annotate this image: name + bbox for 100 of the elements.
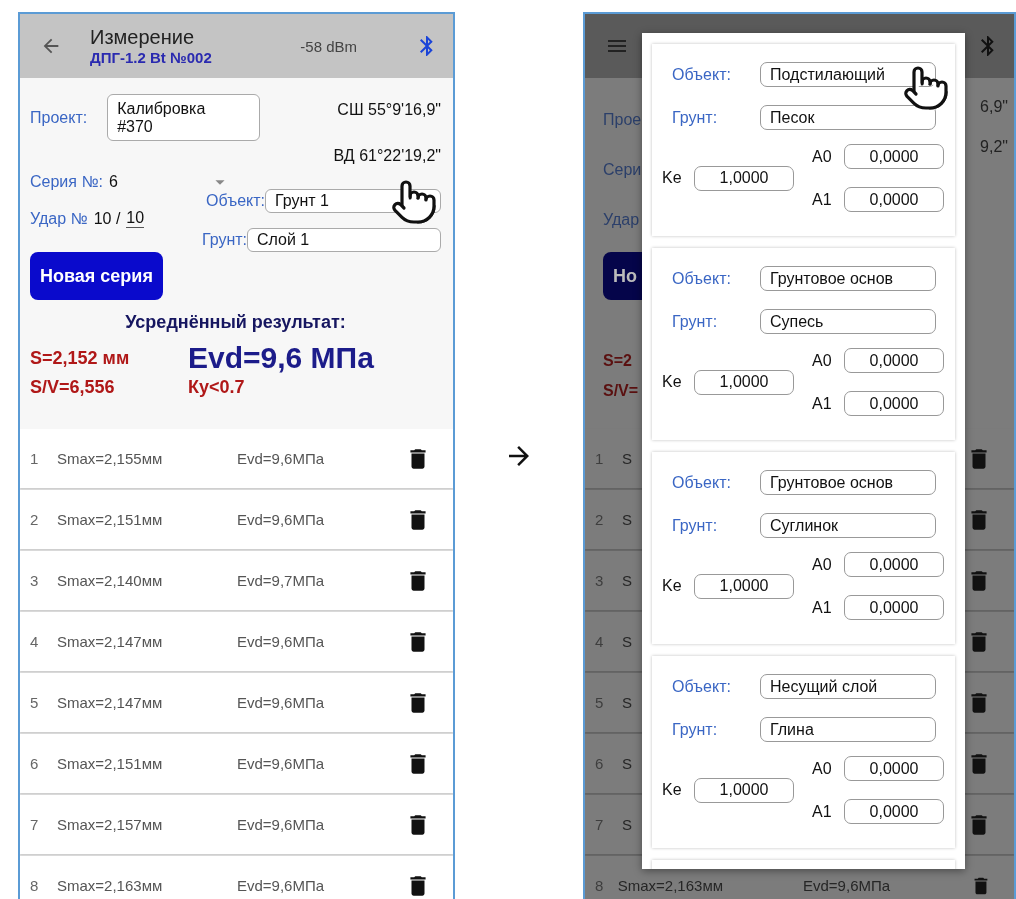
- row-number: 8: [595, 877, 605, 894]
- s-value: S=2,152 мм: [30, 347, 131, 369]
- row-number: 5: [30, 694, 40, 711]
- soil-field[interactable]: Слой 1: [247, 228, 441, 252]
- evd-value: Evd=9,6 МПа: [188, 341, 374, 375]
- ke-label: Ke: [662, 373, 683, 391]
- project-label: Проект:: [30, 108, 88, 127]
- measurement-row[interactable]: 1 Smax=2,155мм Evd=9,6МПа: [20, 429, 453, 488]
- ke-label: Ke: [662, 169, 683, 187]
- ke-field[interactable]: 1,0000: [694, 369, 794, 395]
- soil-field[interactable]: Суглинок: [760, 513, 936, 538]
- a0-field[interactable]: 0,0000: [844, 348, 944, 373]
- latitude: СШ 55°9'16,9": [337, 100, 441, 119]
- evd-value: Evd=9,6МПа: [803, 877, 891, 894]
- measurement-row[interactable]: 6 Smax=2,151мм Evd=9,6МПа: [20, 734, 453, 793]
- row-number: 4: [30, 633, 40, 650]
- dimmed-label: Сери: [603, 161, 643, 179]
- a0-label: A0: [812, 147, 833, 166]
- object-label: Объект:: [671, 677, 732, 696]
- row-number: 3: [595, 572, 605, 589]
- object-field[interactable]: Грунтовое основ: [760, 470, 936, 495]
- evd-value: Evd=9,6МПа: [237, 755, 326, 772]
- dimmed-label: Прое: [603, 111, 643, 129]
- project-field[interactable]: Калибровка #370: [107, 94, 261, 141]
- ke-label: Ke: [662, 781, 683, 799]
- object-label: Объект:: [671, 65, 732, 84]
- soil-field[interactable]: Глина: [760, 717, 936, 742]
- dimmed-result: S/V=: [603, 382, 640, 400]
- ke-field[interactable]: 1,0000: [694, 777, 794, 803]
- smax-value: S: [622, 572, 632, 589]
- hand-pointer-icon: [902, 64, 950, 112]
- strike-label: Удар №: [30, 209, 88, 228]
- row-number: 4: [595, 633, 605, 650]
- a0-field[interactable]: 0,0000: [844, 144, 944, 169]
- row-number: 1: [30, 450, 40, 467]
- measurement-row[interactable]: 8 Smax=2,163мм Evd=9,6МПа: [20, 856, 453, 899]
- evd-value: Evd=9,6МПа: [237, 816, 326, 833]
- series-value: 6: [109, 173, 119, 191]
- a0-label: A0: [812, 555, 833, 574]
- smax-value: S: [622, 633, 632, 650]
- row-number: 7: [30, 816, 40, 833]
- object-label: Объект:: [671, 269, 732, 288]
- row-number: 5: [595, 694, 605, 711]
- measurement-row[interactable]: 3 Smax=2,140мм Evd=9,7МПа: [20, 551, 453, 610]
- a1-field[interactable]: 0,0000: [844, 595, 944, 620]
- device-name: ДПГ-1.2 Bt №002: [90, 49, 213, 66]
- screen-title: Измерение: [90, 26, 195, 49]
- dimmed-result: S=2: [603, 352, 633, 370]
- series-label: Серия №:: [30, 173, 103, 191]
- measurement-row[interactable]: 7 Smax=2,157мм Evd=9,6МПа: [20, 795, 453, 854]
- soil-label: Грунт:: [671, 516, 719, 535]
- smax-value: Smax=2,147мм: [57, 694, 164, 711]
- new-series-button[interactable]: Новая серия: [30, 252, 163, 300]
- longitude: ВД 61°22'19,2": [333, 147, 441, 165]
- object-label: Объект:: [206, 192, 265, 210]
- ke-label: Ke: [662, 577, 683, 595]
- ke-field[interactable]: 1,0000: [694, 165, 794, 191]
- object-label: Объект:: [671, 473, 732, 492]
- strike-total-field[interactable]: 10: [126, 209, 145, 228]
- ky-value: Ку<0.7: [188, 377, 246, 398]
- row-number: 2: [595, 511, 605, 528]
- dimmed-label: Удар: [603, 211, 641, 229]
- a1-field[interactable]: 0,0000: [844, 187, 944, 212]
- object-field[interactable]: Грунтовое основ: [760, 266, 936, 291]
- smax-value: Smax=2,151мм: [57, 755, 164, 772]
- soil-label: Грунт:: [671, 720, 719, 739]
- a1-label: A1: [812, 190, 833, 209]
- smax-value: Smax=2,163мм: [57, 877, 164, 894]
- smax-value: Smax=2,147мм: [57, 633, 164, 650]
- object-field[interactable]: Несущий слой: [760, 674, 936, 699]
- dimmed-coordinate: 6,9": [980, 98, 1008, 116]
- ke-field[interactable]: 1,0000: [694, 573, 794, 599]
- sv-value: S/V=6,556: [30, 377, 116, 398]
- a1-field[interactable]: 0,0000: [844, 391, 944, 416]
- smax-value: S: [622, 450, 632, 467]
- row-number: 7: [595, 816, 605, 833]
- a0-field[interactable]: 0,0000: [844, 756, 944, 781]
- measurement-row[interactable]: 2 Smax=2,151мм Evd=9,6МПа: [20, 490, 453, 549]
- row-number: 6: [595, 755, 605, 772]
- smax-value: S: [622, 755, 632, 772]
- dimmed-coordinate: 9,2": [980, 138, 1008, 156]
- a0-field[interactable]: 0,0000: [844, 552, 944, 577]
- measurement-row[interactable]: 5 Smax=2,147мм Evd=9,6МПа: [20, 673, 453, 732]
- row-number: 1: [595, 450, 605, 467]
- measurement-row[interactable]: 4 Smax=2,147мм Evd=9,6МПа: [20, 612, 453, 671]
- evd-value: Evd=9,6МПа: [237, 877, 326, 894]
- evd-value: Evd=9,6МПа: [237, 694, 326, 711]
- strike-value: 10 /: [93, 209, 121, 228]
- soil-label: Грунт:: [201, 231, 247, 249]
- row-number: 3: [30, 572, 40, 589]
- a0-label: A0: [812, 759, 833, 778]
- row-number: 6: [30, 755, 40, 772]
- smax-value: S: [622, 694, 632, 711]
- hand-pointer-icon: [390, 178, 438, 226]
- a1-label: A1: [812, 802, 833, 821]
- a1-field[interactable]: 0,0000: [844, 799, 944, 824]
- smax-value: S: [622, 816, 632, 833]
- soil-field[interactable]: Супесь: [760, 309, 936, 334]
- a1-label: A1: [812, 598, 833, 617]
- soil-label: Грунт:: [671, 312, 719, 331]
